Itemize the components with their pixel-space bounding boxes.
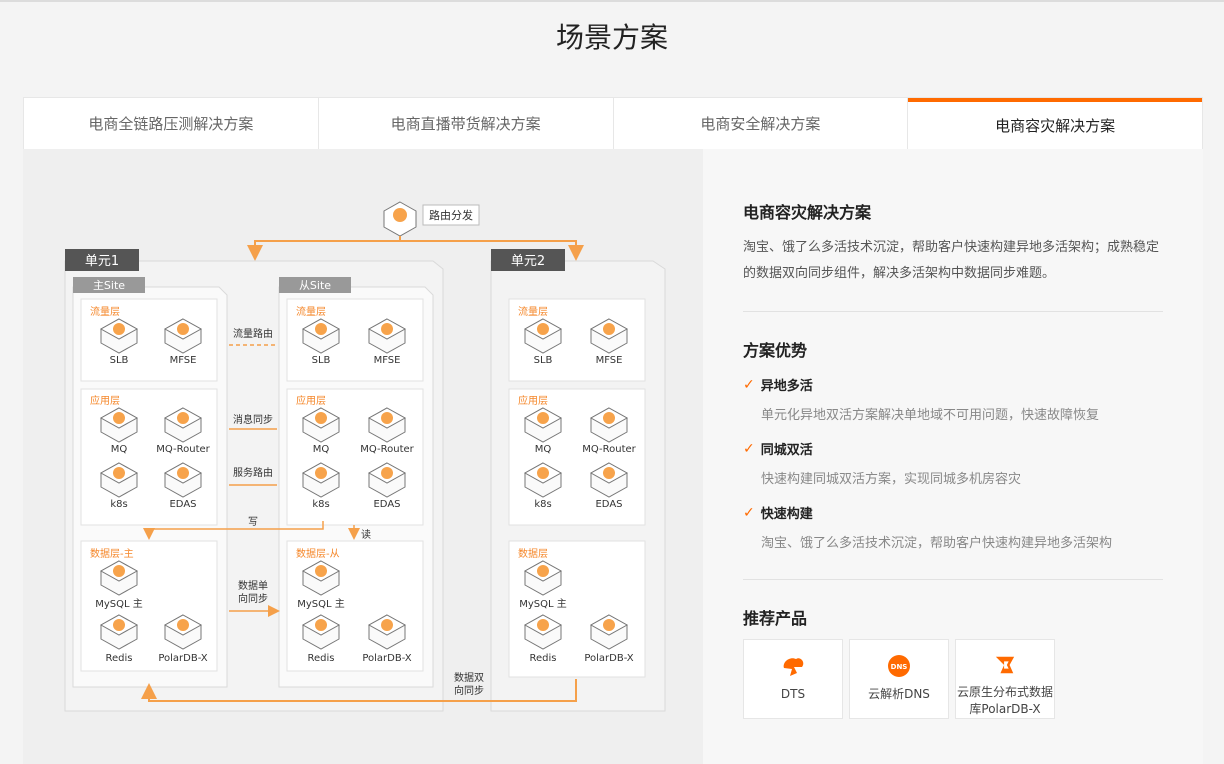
advantage-item: ✓ 快速构建 淘宝、饿了么多活技术沉淀，帮助客户快速构建异地多活架构 [743,504,1113,552]
solution-description: 淘宝、饿了么多活技术沉淀，帮助客户快速构建异地多活架构；成熟稳定的数据双向同步组… [743,240,1160,281]
route-node: 路由分发 [383,201,480,237]
slave-site-label: 从Site [299,279,331,292]
svg-text:PolarDB-X: PolarDB-X [158,653,207,664]
tab-full-link-stress-test[interactable]: 电商全链路压测解决方案 [24,98,319,149]
svg-text:MySQL 主: MySQL 主 [95,598,143,610]
svg-text:EDAS: EDAS [169,499,196,510]
svg-text:k8s: k8s [110,499,127,510]
product-card-polardb-x[interactable]: 云原生分布式数据库PolarDB-X [955,639,1055,719]
svg-text:向同步: 向同步 [454,684,484,697]
svg-text:EDAS: EDAS [595,499,622,510]
svg-text:MySQL 主: MySQL 主 [519,598,567,610]
svg-text:服务路由: 服务路由 [233,466,273,479]
svg-text:MFSE: MFSE [374,355,401,366]
svg-text:MQ-Router: MQ-Router [360,444,414,455]
svg-text:数据层-从: 数据层-从 [296,547,340,560]
svg-text:数据单: 数据单 [238,579,268,592]
svg-text:流量路由: 流量路由 [233,327,273,340]
svg-text:消息同步: 消息同步 [233,413,273,426]
tab-live-commerce[interactable]: 电商直播带货解决方案 [319,98,614,149]
tab-ecommerce-security[interactable]: 电商安全解决方案 [614,98,909,149]
page-title: 场景方案 [555,21,668,54]
check-icon: ✓ [743,440,755,457]
solution-tabs: 电商全链路压测解决方案 电商直播带货解决方案 电商安全解决方案 电商容灾解决方案 [23,97,1203,149]
svg-text:应用层: 应用层 [90,394,120,407]
tab-disaster-recovery[interactable]: 电商容灾解决方案 [908,98,1202,149]
svg-text:MQ: MQ [535,444,552,455]
svg-text:MFSE: MFSE [596,355,623,366]
svg-text:Redis: Redis [106,653,133,664]
svg-text:MQ: MQ [313,444,330,455]
divider [743,579,1163,580]
svg-text:写: 写 [248,516,258,528]
dns-icon: DNS [888,655,910,677]
dts-icon [783,658,804,676]
divider [743,311,1163,312]
top-border [0,0,1224,2]
svg-text:数据双: 数据双 [454,671,484,684]
svg-text:Redis: Redis [530,653,557,664]
product-card-dns[interactable]: DNS 云解析DNS [849,639,949,719]
solution-detail-panel: 电商容灾解决方案 淘宝、饿了么多活技术沉淀，帮助客户快速构建异地多活架构；成熟稳… [703,149,1203,764]
polardb-icon [995,656,1015,674]
advantages-title: 方案优势 [743,341,808,360]
product-card-dts[interactable]: DTS [743,639,843,719]
svg-text:PolarDB-X: PolarDB-X [584,653,633,664]
svg-text:流量层: 流量层 [296,305,326,318]
product-list: DTS DNS 云解析DNS 云原生分布式数据库PolarDB-X [743,639,1055,719]
svg-text:DNS: DNS [891,663,908,671]
svg-text:k8s: k8s [312,499,329,510]
main-site-label: 主Site [93,279,125,292]
svg-text:向同步: 向同步 [238,592,268,605]
svg-text:应用层: 应用层 [296,394,326,407]
svg-text:k8s: k8s [534,499,551,510]
svg-text:EDAS: EDAS [373,499,400,510]
svg-text:数据层: 数据层 [518,547,548,560]
products-title: 推荐产品 [743,609,808,628]
svg-text:流量层: 流量层 [518,305,548,318]
svg-text:MQ-Router: MQ-Router [156,444,210,455]
check-icon: ✓ [743,376,755,393]
advantage-item: ✓ 同城双活 快速构建同城双活方案，实现同城多机房容灾 [743,440,1022,488]
svg-text:SLB: SLB [110,355,129,366]
svg-text:MQ: MQ [111,444,128,455]
route-label: 路由分发 [429,208,473,222]
unit2-label: 单元2 [511,254,545,269]
solution-title: 电商容灾解决方案 [743,203,872,222]
svg-text:MQ-Router: MQ-Router [582,444,636,455]
svg-text:读: 读 [361,528,371,541]
svg-text:SLB: SLB [312,355,331,366]
svg-text:流量层: 流量层 [90,305,120,318]
svg-text:PolarDB-X: PolarDB-X [362,653,411,664]
tab-content: 路由分发 单元1 单元2 主Site 从Site 流量层 SLB MFSE 应用… [23,149,1203,764]
svg-text:Redis: Redis [308,653,335,664]
check-icon: ✓ [743,504,755,521]
architecture-diagram-panel: 路由分发 单元1 单元2 主Site 从Site 流量层 SLB MFSE 应用… [23,149,703,764]
unit1-label: 单元1 [85,254,119,269]
svg-text:SLB: SLB [534,355,553,366]
advantage-item: ✓ 异地多活 单元化异地双活方案解决单地域不可用问题，快速故障恢复 [743,376,1100,424]
svg-text:MFSE: MFSE [170,355,197,366]
svg-text:应用层: 应用层 [518,394,548,407]
svg-text:数据层-主: 数据层-主 [90,547,134,560]
svg-text:MySQL 主: MySQL 主 [297,598,345,610]
architecture-diagram: 路由分发 单元1 单元2 主Site 从Site 流量层 SLB MFSE 应用… [64,201,666,712]
